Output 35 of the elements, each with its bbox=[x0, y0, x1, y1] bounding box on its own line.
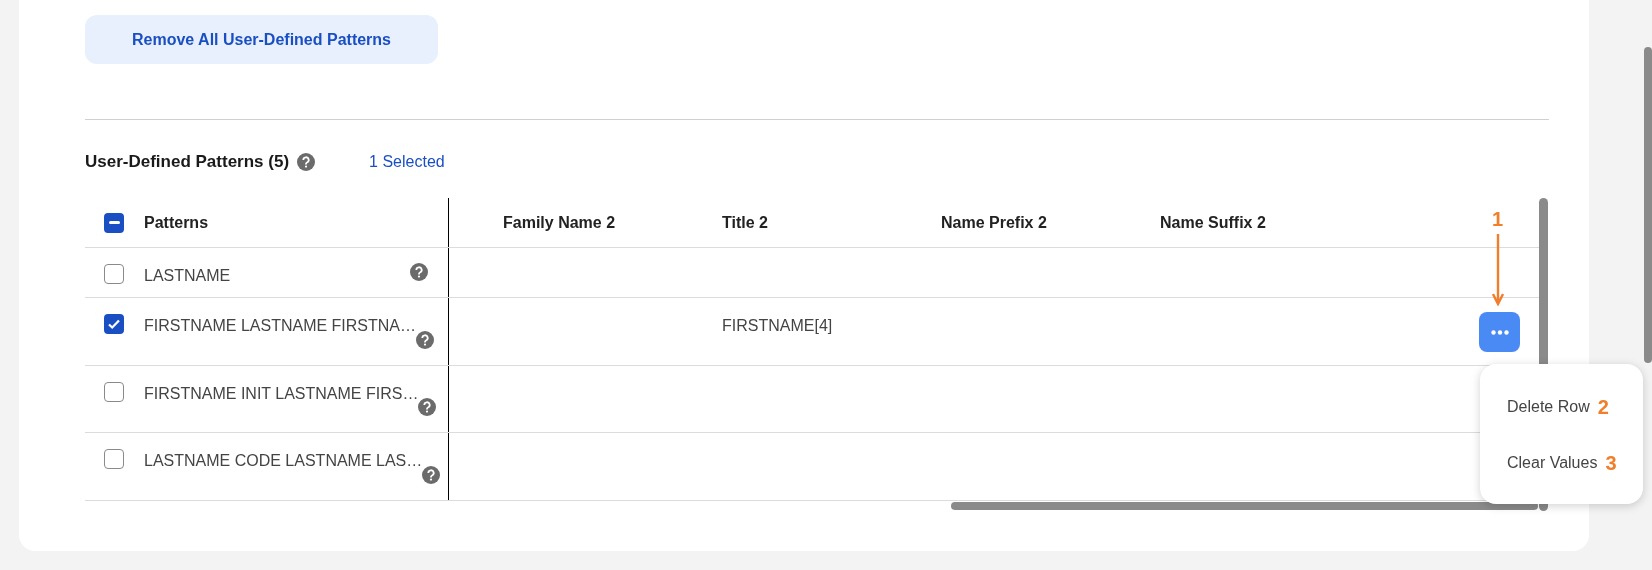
column-header: Name Prefix 2 bbox=[941, 212, 1047, 233]
menu-item[interactable]: Clear Values bbox=[1507, 451, 1598, 475]
checkbox[interactable] bbox=[104, 212, 124, 233]
more-icon bbox=[1490, 329, 1509, 335]
pattern-text: LASTNAME bbox=[144, 266, 232, 286]
remove-all-button[interactable]: Remove All User-Defined Patterns bbox=[85, 15, 438, 64]
pattern-text: FIRSTNAME LASTNAME FIRSTNA… bbox=[144, 316, 417, 336]
column-header: Patterns bbox=[144, 212, 209, 233]
help-icon[interactable] bbox=[422, 466, 441, 484]
annotation-number: 2 bbox=[1597, 395, 1609, 420]
column-header: Name Suffix 2 bbox=[1160, 212, 1266, 233]
page-scrollbar[interactable] bbox=[1644, 47, 1652, 363]
dash-icon bbox=[108, 221, 120, 224]
help-icon[interactable] bbox=[410, 263, 428, 281]
column-header: Family Name 2 bbox=[503, 212, 616, 233]
section-title: User-Defined Patterns (5) bbox=[85, 151, 290, 174]
check-icon bbox=[107, 317, 121, 331]
horizontal-scrollbar[interactable] bbox=[951, 502, 1538, 510]
menu-item[interactable]: Delete Row bbox=[1507, 395, 1590, 419]
help-icon[interactable] bbox=[416, 331, 435, 349]
more-button[interactable] bbox=[1479, 312, 1520, 352]
pattern-text: LASTNAME CODE LASTNAME LAS… bbox=[144, 451, 423, 471]
help-icon[interactable] bbox=[418, 398, 437, 416]
checkbox[interactable] bbox=[104, 449, 124, 469]
table-cell: FIRSTNAME[4] bbox=[722, 317, 833, 334]
column-header: Title 2 bbox=[722, 212, 768, 233]
help-icon[interactable] bbox=[297, 153, 316, 171]
annotation-number: 1 bbox=[1492, 208, 1504, 230]
checkbox[interactable] bbox=[104, 264, 124, 284]
selection-count: 1 Selected bbox=[369, 152, 445, 172]
checkbox[interactable] bbox=[104, 382, 124, 402]
checkbox[interactable] bbox=[104, 314, 124, 334]
pattern-text: FIRSTNAME INIT LASTNAME FIRS… bbox=[144, 384, 419, 404]
annotation-number: 3 bbox=[1605, 451, 1617, 476]
annotation-arrow bbox=[1492, 234, 1504, 306]
